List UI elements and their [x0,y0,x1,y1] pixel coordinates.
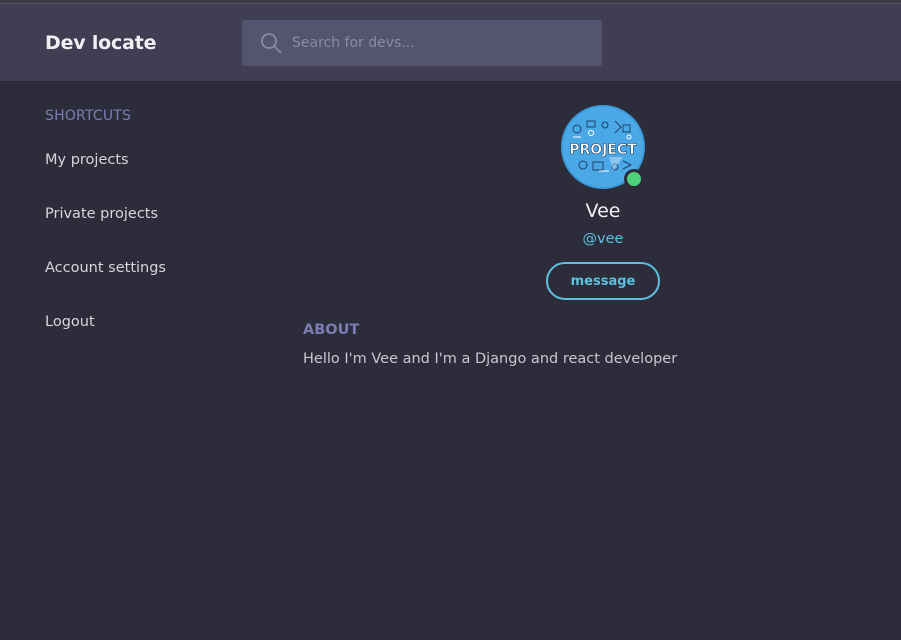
top-header: Dev locate [0,4,901,81]
brand-logo-text[interactable]: Dev locate [45,32,156,54]
about-text: Hello I'm Vee and I'm a Django and react… [303,351,678,367]
shortcuts-heading: SHORTCUTS [45,108,132,124]
sidebar-item-private-projects[interactable]: Private projects [45,206,158,222]
sidebar-item-logout[interactable]: Logout [45,314,95,330]
profile-handle: @vee [582,231,624,247]
search-input[interactable] [292,20,582,66]
about-heading: ABOUT [303,322,360,338]
avatar-project-text: PROJECT [569,142,637,158]
message-button[interactable]: message [546,262,660,300]
sidebar-item-my-projects[interactable]: My projects [45,152,129,168]
sidebar-item-account-settings[interactable]: Account settings [45,260,166,276]
search-icon [261,33,282,54]
search-box[interactable] [242,20,602,66]
online-status-dot [624,169,644,189]
profile-name: Vee [585,200,621,222]
profile-avatar-container: PROJECT [561,105,645,189]
